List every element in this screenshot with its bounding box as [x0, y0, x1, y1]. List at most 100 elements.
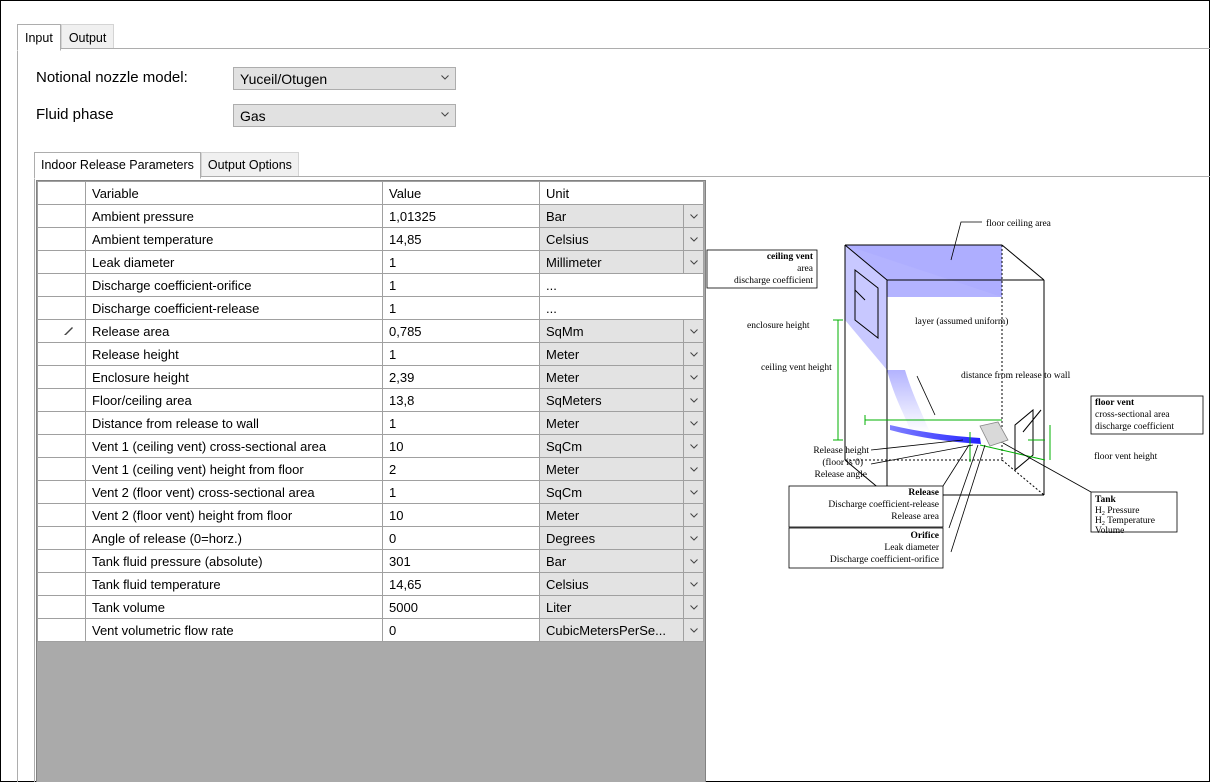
- cell-variable[interactable]: Leak diameter: [85, 250, 383, 274]
- table-row[interactable]: Release height 1 Meter: [37, 342, 704, 366]
- cell-value[interactable]: 13,8: [382, 388, 540, 412]
- cell-variable[interactable]: Vent 1 (ceiling vent) height from floor: [85, 457, 383, 481]
- row-header[interactable]: [37, 457, 86, 481]
- cell-variable[interactable]: Tank fluid temperature: [85, 572, 383, 596]
- table-row[interactable]: Leak diameter 1 Millimeter: [37, 250, 704, 274]
- row-header[interactable]: [37, 434, 86, 458]
- table-row[interactable]: Tank volume 5000 Liter: [37, 595, 704, 619]
- row-header[interactable]: [37, 572, 86, 596]
- cell-unit[interactable]: Bar: [539, 204, 684, 228]
- row-header[interactable]: [37, 618, 86, 642]
- table-row[interactable]: Discharge coefficient-release 1...: [37, 296, 704, 320]
- cell-unit[interactable]: Meter: [539, 342, 684, 366]
- cell-value[interactable]: 1,01325: [382, 204, 540, 228]
- cell-unit[interactable]: Bar: [539, 549, 684, 573]
- tab-output-options[interactable]: Output Options: [200, 152, 299, 177]
- cell-value[interactable]: 5000: [382, 595, 540, 619]
- cell-unit[interactable]: SqMeters: [539, 388, 684, 412]
- cell-variable[interactable]: Floor/ceiling area: [85, 388, 383, 412]
- cell-variable[interactable]: Vent volumetric flow rate: [85, 618, 383, 642]
- cell-variable[interactable]: Vent 2 (floor vent) cross-sectional area: [85, 480, 383, 504]
- cell-value[interactable]: 10: [382, 503, 540, 527]
- cell-unit[interactable]: Meter: [539, 365, 684, 389]
- unit-dropdown-button[interactable]: [683, 342, 704, 366]
- unit-dropdown-button[interactable]: [683, 503, 704, 527]
- table-row[interactable]: Ambient pressure 1,01325 Bar: [37, 204, 704, 228]
- cell-variable[interactable]: Vent 2 (floor vent) height from floor: [85, 503, 383, 527]
- parameters-grid[interactable]: Variable Value Unit Ambient pressure 1,01…: [36, 180, 706, 782]
- table-row[interactable]: Tank fluid pressure (absolute) 301 Bar: [37, 549, 704, 573]
- table-row[interactable]: Vent 1 (ceiling vent) height from floor 2…: [37, 457, 704, 481]
- table-row[interactable]: Enclosure height 2,39 Meter: [37, 365, 704, 389]
- row-header[interactable]: [37, 549, 86, 573]
- cell-value[interactable]: 1: [382, 296, 540, 320]
- cell-value[interactable]: 0: [382, 526, 540, 550]
- cell-value[interactable]: 1: [382, 480, 540, 504]
- unit-dropdown-button[interactable]: [683, 388, 704, 412]
- cell-value[interactable]: 10: [382, 434, 540, 458]
- cell-value[interactable]: 1: [382, 342, 540, 366]
- cell-value[interactable]: 1: [382, 273, 540, 297]
- nozzle-model-select[interactable]: Yuceil/Otugen: [233, 67, 456, 90]
- table-row[interactable]: Tank fluid temperature 14,65 Celsius: [37, 572, 704, 596]
- unit-dropdown-button[interactable]: [683, 572, 704, 596]
- table-row[interactable]: Vent volumetric flow rate 0 CubicMetersPer…: [37, 618, 704, 642]
- tab-indoor-release-parameters[interactable]: Indoor Release Parameters: [34, 152, 201, 179]
- cell-unit[interactable]: CubicMetersPerSe...: [539, 618, 684, 642]
- cell-value[interactable]: 2,39: [382, 365, 540, 389]
- cell-unit[interactable]: Degrees: [539, 526, 684, 550]
- column-header-variable[interactable]: Variable: [85, 181, 383, 205]
- cell-value[interactable]: 301: [382, 549, 540, 573]
- table-row[interactable]: Vent 2 (floor vent) height from floor 10 M…: [37, 503, 704, 527]
- cell-variable[interactable]: Discharge coefficient-orifice: [85, 273, 383, 297]
- unit-dropdown-button[interactable]: [683, 434, 704, 458]
- row-header[interactable]: [37, 388, 86, 412]
- row-header[interactable]: [37, 319, 86, 343]
- cell-unit[interactable]: Meter: [539, 503, 684, 527]
- cell-variable[interactable]: Angle of release (0=horz.): [85, 526, 383, 550]
- unit-dropdown-button[interactable]: [683, 549, 704, 573]
- unit-dropdown-button[interactable]: [683, 595, 704, 619]
- row-header[interactable]: [37, 595, 86, 619]
- cell-variable[interactable]: Enclosure height: [85, 365, 383, 389]
- table-row[interactable]: Release area 0,785 SqMm: [37, 319, 704, 343]
- cell-variable[interactable]: Release height: [85, 342, 383, 366]
- row-header[interactable]: [37, 296, 86, 320]
- fluid-phase-select[interactable]: Gas: [233, 104, 456, 127]
- row-header[interactable]: [37, 204, 86, 228]
- table-row[interactable]: Ambient temperature 14,85 Celsius: [37, 227, 704, 251]
- table-row[interactable]: Vent 1 (ceiling vent) cross-sectional ar…: [37, 434, 704, 458]
- cell-variable[interactable]: Tank volume: [85, 595, 383, 619]
- cell-unit[interactable]: Liter: [539, 595, 684, 619]
- cell-variable[interactable]: Ambient temperature: [85, 227, 383, 251]
- unit-dropdown-button[interactable]: [683, 618, 704, 642]
- cell-variable[interactable]: Release area: [85, 319, 383, 343]
- tab-output[interactable]: Output: [60, 24, 115, 49]
- cell-value[interactable]: 1: [382, 250, 540, 274]
- table-row[interactable]: Discharge coefficient-orifice 1...: [37, 273, 704, 297]
- unit-dropdown-button[interactable]: [683, 250, 704, 274]
- column-header-unit[interactable]: Unit: [539, 181, 704, 205]
- row-header[interactable]: [37, 480, 86, 504]
- table-row[interactable]: Distance from release to wall 1 Meter: [37, 411, 704, 435]
- row-header[interactable]: [37, 365, 86, 389]
- cell-value[interactable]: 0,785: [382, 319, 540, 343]
- unit-dropdown-button[interactable]: [683, 457, 704, 481]
- table-row[interactable]: Floor/ceiling area 13,8 SqMeters: [37, 388, 704, 412]
- column-header-value[interactable]: Value: [382, 181, 540, 205]
- row-header[interactable]: [37, 227, 86, 251]
- row-header[interactable]: [37, 411, 86, 435]
- row-header[interactable]: [37, 503, 86, 527]
- cell-variable[interactable]: Tank fluid pressure (absolute): [85, 549, 383, 573]
- unit-dropdown-button[interactable]: [683, 365, 704, 389]
- row-header[interactable]: [37, 273, 86, 297]
- cell-unit[interactable]: SqCm: [539, 480, 684, 504]
- cell-unit[interactable]: Celsius: [539, 227, 684, 251]
- cell-value[interactable]: 14,65: [382, 572, 540, 596]
- cell-unit[interactable]: SqCm: [539, 434, 684, 458]
- cell-unit[interactable]: ...: [539, 296, 704, 320]
- cell-unit[interactable]: Meter: [539, 411, 684, 435]
- unit-dropdown-button[interactable]: [683, 480, 704, 504]
- unit-dropdown-button[interactable]: [683, 526, 704, 550]
- table-row[interactable]: Vent 2 (floor vent) cross-sectional area…: [37, 480, 704, 504]
